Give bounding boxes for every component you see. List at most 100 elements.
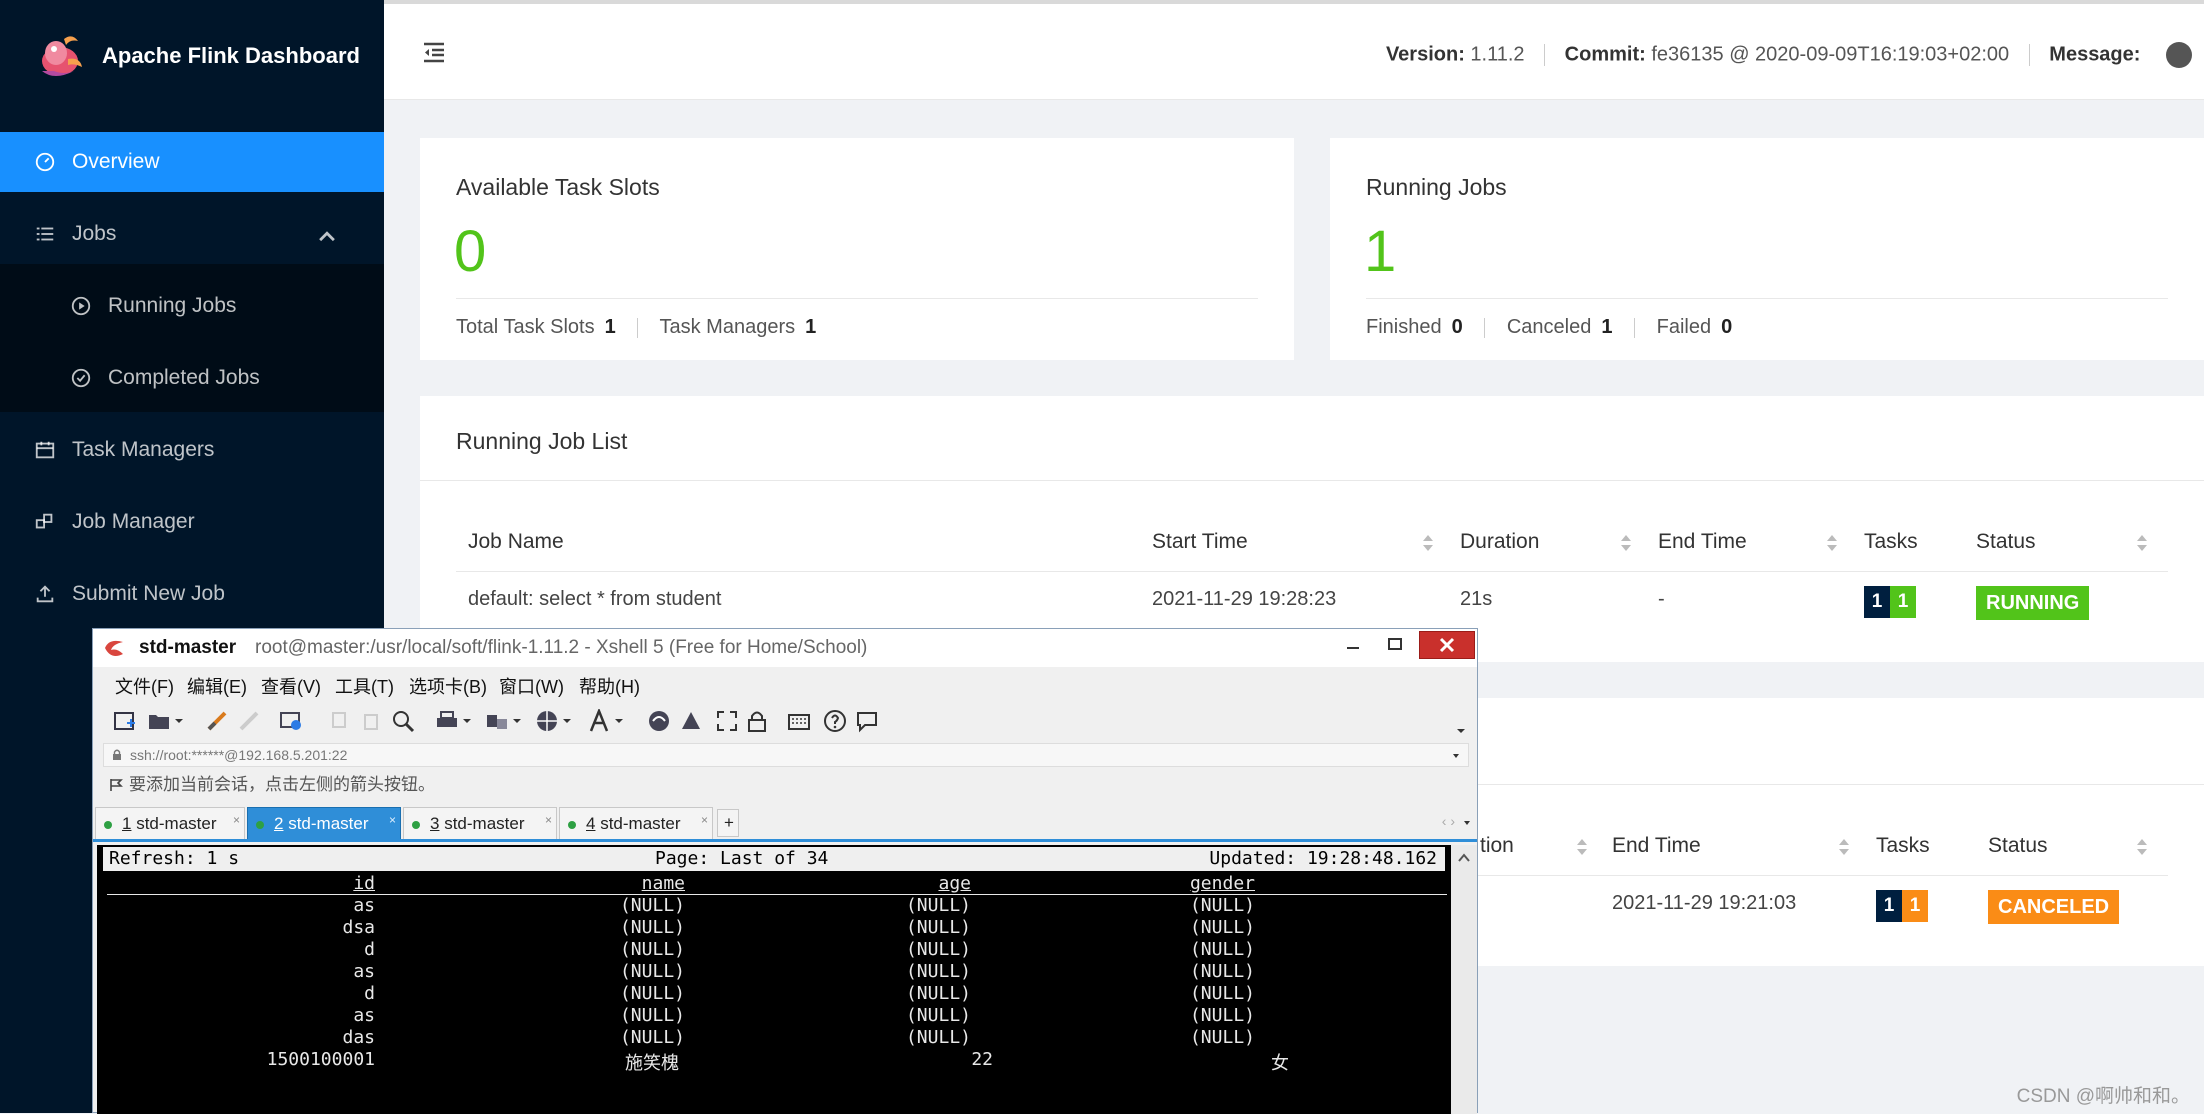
copy-icon[interactable] [329, 709, 353, 733]
menu-edit[interactable]: 编辑(E) [187, 673, 247, 699]
session-tab-2[interactable]: 2 std-master × [247, 807, 401, 841]
close-button[interactable] [1419, 631, 1475, 659]
job-name-cell: default: select * from student [468, 588, 722, 610]
status-dot [412, 821, 420, 829]
nav-running-jobs[interactable]: Running Jobs [0, 276, 384, 336]
session-tab-3[interactable]: 3 std-master × [403, 807, 557, 841]
maximize-button[interactable] [1375, 631, 1415, 661]
connect-icon[interactable] [205, 709, 229, 733]
fullscreen-icon[interactable] [715, 709, 739, 733]
nav-completed-jobs[interactable]: Completed Jobs [0, 348, 384, 408]
scroll-up-icon[interactable] [1458, 853, 1470, 863]
nav-job-manager[interactable]: Job Manager [0, 492, 384, 552]
minimize-button[interactable] [1333, 631, 1373, 661]
col-duration[interactable]: Duration [1460, 530, 1539, 554]
nav-submit-new-job[interactable]: Submit New Job [0, 564, 384, 624]
brand[interactable]: Apache Flink Dashboard [0, 0, 384, 112]
properties-icon[interactable] [279, 709, 303, 733]
flink-logo [34, 31, 84, 81]
table-row[interactable]: default: select * from student 2021-11-2… [456, 572, 2168, 630]
session-tab-1[interactable]: 1 std-master × [95, 807, 245, 841]
sort-icon[interactable] [1422, 532, 1434, 554]
nav-overview[interactable]: Overview [0, 132, 384, 192]
col-tasks: Tasks [1864, 530, 1918, 553]
new-session-icon[interactable] [113, 709, 137, 733]
sort-icon[interactable] [1620, 532, 1632, 554]
dropdown-arrow-icon[interactable] [613, 709, 625, 733]
status-dot [256, 821, 264, 829]
menu-fold-icon[interactable] [420, 38, 448, 66]
sort-icon[interactable] [2136, 532, 2148, 554]
toolbar-overflow-icon[interactable] [1455, 725, 1467, 737]
session-tab-4[interactable]: 4 std-master × [559, 807, 713, 841]
sort-icon[interactable] [1826, 532, 1838, 554]
session-address-bar[interactable]: ssh://root:******@192.168.5.201:22 [103, 743, 1469, 767]
dropdown-arrow-icon[interactable] [173, 709, 185, 733]
col-end-time[interactable]: End Time [1612, 834, 1701, 858]
font-icon[interactable] [587, 709, 611, 733]
sort-icon[interactable] [1838, 836, 1850, 858]
cell-name: (NULL) [619, 895, 685, 916]
table-row: das (NULL) (NULL) (NULL) [97, 1027, 1451, 1049]
tab-close-icon[interactable]: × [233, 804, 240, 836]
search-icon[interactable] [391, 709, 415, 733]
col-name: name [641, 873, 685, 894]
transfer-icon[interactable] [485, 709, 509, 733]
finished-label: Finished [1366, 316, 1442, 338]
nav-job-manager-label: Job Manager [72, 510, 195, 533]
menu-tools[interactable]: 工具(T) [335, 673, 394, 699]
chat-icon[interactable] [855, 709, 879, 733]
xftp-icon[interactable] [679, 709, 703, 733]
cluster-icon [35, 513, 53, 529]
total-slots-label: Total Task Slots [456, 316, 595, 338]
menu-help[interactable]: 帮助(H) [579, 673, 640, 699]
xshell-logo-icon [105, 640, 123, 656]
paste-icon[interactable] [359, 709, 383, 733]
disconnect-icon[interactable] [237, 709, 261, 733]
status-dot [104, 821, 112, 829]
sort-icon[interactable] [2136, 836, 2148, 858]
dropdown-arrow-icon[interactable] [1463, 819, 1471, 827]
calendar-icon [35, 441, 55, 459]
col-duration[interactable]: tion [1480, 834, 1514, 858]
available-task-slots-card: Available Task Slots 0 Total Task Slots 1… [420, 138, 1294, 360]
col-status[interactable]: Status [1976, 530, 2036, 554]
menu-tabs[interactable]: 选项卡(B) [409, 673, 487, 699]
menu-file[interactable]: 文件(F) [115, 673, 174, 699]
menu-window[interactable]: 窗口(W) [499, 673, 564, 699]
col-start-time[interactable]: Start Time [1152, 530, 1248, 554]
arrow-flag-icon[interactable] [109, 778, 123, 792]
xshell-titlebar[interactable]: std-master root@master:/usr/local/soft/f… [93, 629, 1477, 667]
commit-label: Commit: [1564, 43, 1646, 66]
running-job-list-card: Running Job List Job Name Start Time Dur… [420, 396, 2204, 662]
dropdown-arrow-icon[interactable] [461, 709, 473, 733]
keyboard-icon[interactable] [787, 709, 811, 733]
help-icon[interactable] [823, 709, 847, 733]
nav-task-managers[interactable]: Task Managers [0, 420, 384, 480]
tab-close-icon[interactable]: × [389, 804, 396, 836]
terminal[interactable]: Refresh: 1 s Page: Last of 34 Updated: 1… [97, 845, 1451, 1114]
col-end-time[interactable]: End Time [1658, 530, 1747, 554]
tab-scroll-arrows-icon[interactable]: ‹ › [1442, 813, 1455, 829]
dropdown-arrow-icon[interactable] [1452, 752, 1460, 760]
xshell-window: std-master root@master:/usr/local/soft/f… [92, 628, 1478, 1114]
open-folder-icon[interactable] [147, 709, 171, 733]
dropdown-arrow-icon[interactable] [511, 709, 523, 733]
tab-close-icon[interactable]: × [545, 804, 552, 836]
add-tab-button[interactable]: + [717, 809, 739, 837]
col-job-name[interactable]: Job Name [468, 530, 564, 554]
print-icon[interactable] [435, 709, 459, 733]
message-badge[interactable] [2166, 42, 2192, 68]
nav-jobs[interactable]: Jobs [0, 204, 384, 264]
terminal-scrollbar[interactable] [1451, 845, 1477, 1114]
tab-close-icon[interactable]: × [701, 804, 708, 836]
divider [1634, 317, 1636, 338]
col-gender: gender [1189, 873, 1255, 894]
globe-icon[interactable] [535, 709, 559, 733]
menu-view[interactable]: 查看(V) [261, 673, 321, 699]
sort-icon[interactable] [1576, 836, 1588, 858]
dropdown-arrow-icon[interactable] [561, 709, 573, 733]
xshell-icon[interactable] [647, 709, 671, 733]
col-status[interactable]: Status [1988, 834, 2048, 858]
lock-icon[interactable] [745, 709, 769, 733]
